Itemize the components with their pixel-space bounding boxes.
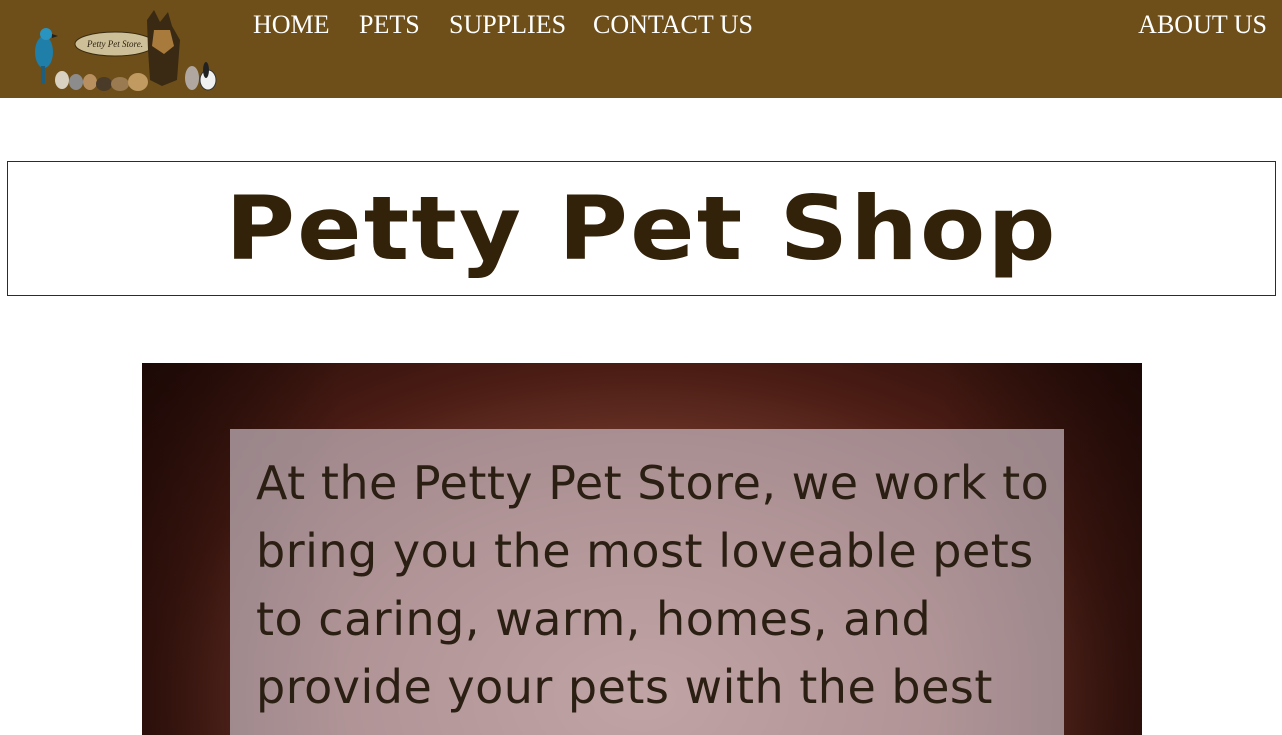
- hero-text: At the Petty Pet Store, we work to bring…: [256, 456, 1050, 714]
- logo-image: Petty Pet Store.: [35, 10, 217, 91]
- logo-caption: Petty Pet Store.: [86, 39, 143, 49]
- hero-card: At the Petty Pet Store, we work to bring…: [230, 429, 1064, 735]
- navbar: Petty Pet Store. HOME PETS SUPPLIES CONT…: [0, 0, 1282, 98]
- logo[interactable]: Petty Pet Store.: [22, 10, 220, 94]
- hero-banner: At the Petty Pet Store, we work to bring…: [142, 363, 1142, 735]
- nav-supplies-link[interactable]: SUPPLIES: [449, 10, 566, 40]
- nav-pets-link[interactable]: PETS: [359, 10, 420, 40]
- nav-about-link[interactable]: ABOUT US: [1138, 10, 1267, 40]
- page-title: Petty Pet Shop: [225, 177, 1058, 280]
- page-title-box: Petty Pet Shop: [7, 161, 1276, 296]
- nav-contact-link[interactable]: CONTACT US: [593, 10, 753, 40]
- nav-home-link[interactable]: HOME: [253, 10, 330, 40]
